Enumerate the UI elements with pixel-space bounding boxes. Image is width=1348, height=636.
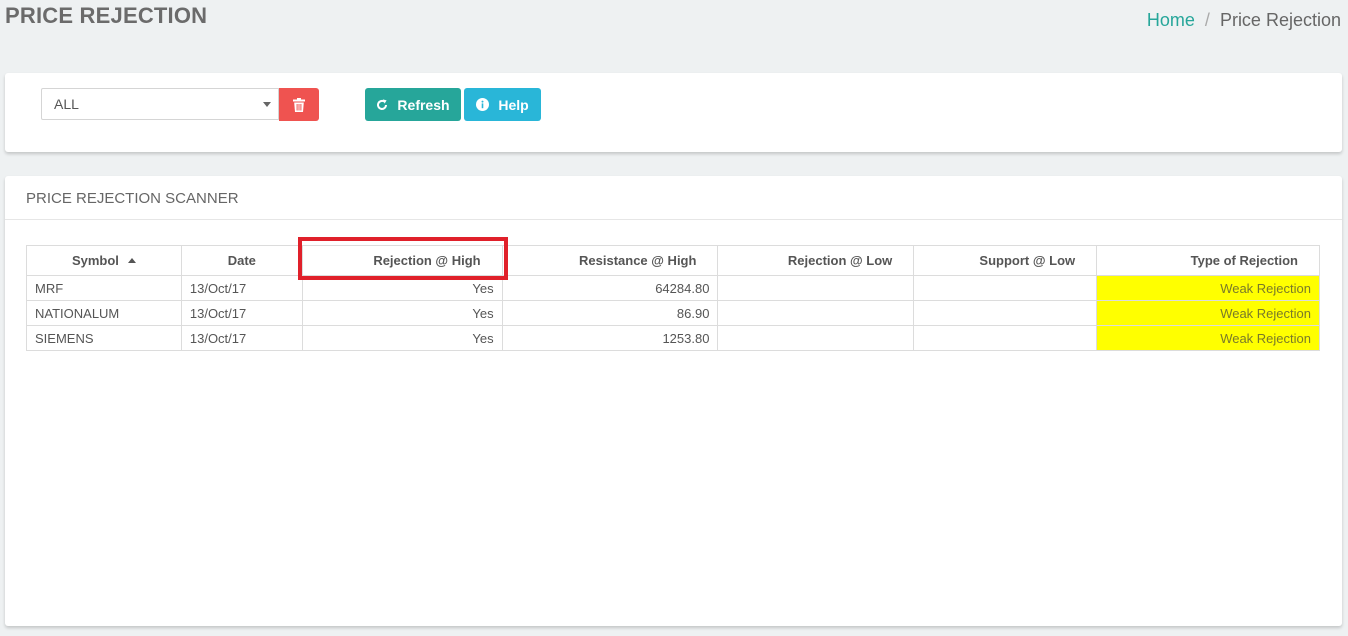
cell-symbol: SIEMENS [26,325,182,351]
cell-rejection-type: Weak Rejection [1096,325,1320,351]
cell-resistance-high: 1253.80 [501,325,719,351]
breadcrumb-separator: / [1204,10,1210,30]
cell-date: 13/Oct/17 [180,300,303,326]
refresh-label: Refresh [397,96,450,113]
column-header-resistance-high[interactable]: Resistance @ High [501,245,719,276]
cell-rejection-high: Yes [301,300,503,326]
column-header-rejection-low[interactable]: Rejection @ Low [717,245,915,276]
page-title: PRICE REJECTION [5,3,208,28]
cell-rejection-low [717,325,915,351]
table-row[interactable]: NATIONALUM 13/Oct/17 Yes 86.90 Weak Reje… [26,300,1320,326]
breadcrumb-current: Price Rejection [1219,10,1341,30]
sort-ascending-icon [127,258,136,263]
cell-resistance-high: 86.90 [501,300,719,326]
filter-panel: ALL Refresh Help [5,73,1342,152]
cell-date: 13/Oct/17 [180,275,303,301]
divider [5,219,1342,220]
delete-button[interactable] [279,88,319,121]
column-header-rejection-high[interactable]: Rejection @ High [301,245,503,276]
cell-support-low [913,275,1098,301]
scanner-table: Symbol Date Rejection @ High Resistance … [26,245,1320,351]
column-header-label: Symbol [71,253,119,268]
breadcrumb-home-link[interactable]: Home [1147,10,1195,30]
column-header-date[interactable]: Date [180,245,303,276]
cell-support-low [913,300,1098,326]
info-icon [476,98,490,111]
caret-down-icon [263,102,271,107]
help-button[interactable]: Help [464,88,541,121]
column-header-type[interactable]: Type of Rejection [1096,245,1320,276]
symbol-filter-select[interactable]: ALL [41,88,279,120]
cell-date: 13/Oct/17 [180,325,303,351]
table-row[interactable]: SIEMENS 13/Oct/17 Yes 1253.80 Weak Rejec… [26,325,1320,351]
scanner-title: PRICE REJECTION SCANNER [26,190,239,207]
cell-rejection-type: Weak Rejection [1096,275,1320,301]
symbol-filter-value: ALL [54,96,79,112]
cell-rejection-high: Yes [301,325,503,351]
refresh-icon [376,98,388,111]
page-header: PRICE REJECTION Home / Price Rejection [0,0,1348,60]
cell-symbol: NATIONALUM [26,300,182,326]
cell-rejection-low [717,275,915,301]
trash-icon [293,97,305,112]
help-label: Help [498,96,529,113]
cell-symbol: MRF [26,275,182,301]
column-header-symbol[interactable]: Symbol [26,245,182,276]
cell-rejection-type: Weak Rejection [1096,300,1320,326]
column-header-support-low[interactable]: Support @ Low [913,245,1098,276]
breadcrumb: Home / Price Rejection [1147,10,1341,31]
table-row[interactable]: MRF 13/Oct/17 Yes 64284.80 Weak Rejectio… [26,275,1320,301]
cell-rejection-high: Yes [301,275,503,301]
scanner-panel: PRICE REJECTION SCANNER Symbol Date Reje… [5,176,1342,626]
cell-support-low [913,325,1098,351]
refresh-button[interactable]: Refresh [365,88,461,121]
cell-rejection-low [717,300,915,326]
table-header-row: Symbol Date Rejection @ High Resistance … [26,245,1320,276]
cell-resistance-high: 64284.80 [501,275,719,301]
